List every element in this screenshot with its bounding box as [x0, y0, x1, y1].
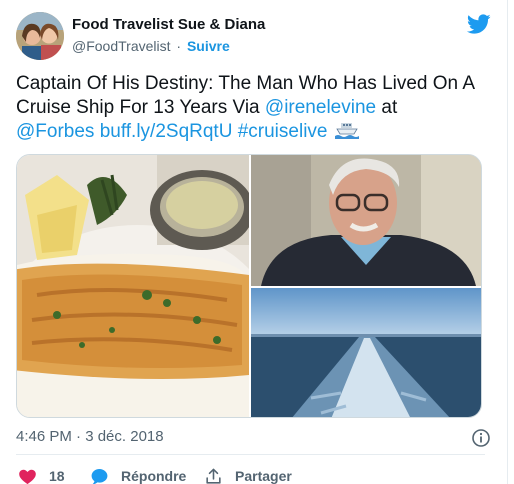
reply-bubble-icon — [91, 468, 108, 484]
timestamp[interactable]: 4:46 PM · 3 déc. 2018 — [16, 428, 164, 445]
info-icon[interactable] — [471, 428, 491, 448]
reply-button[interactable]: Répondre — [90, 466, 186, 484]
author-display-name[interactable]: Food Travelist Sue & Diana — [72, 15, 265, 35]
tweet-header: Food Travelist Sue & Diana @FoodTravelis… — [16, 12, 491, 60]
hashtag-cruiselive[interactable]: #cruiselive — [238, 121, 328, 142]
photo-fish-plate[interactable] — [17, 155, 249, 418]
tweet-text: Captain Of His Destiny: The Man Who Has … — [16, 72, 486, 144]
divider — [16, 454, 485, 455]
tweet-text-part2: at — [376, 97, 398, 118]
tweet-meta: 4:46 PM · 3 déc. 2018 — [16, 428, 491, 448]
author-names: Food Travelist Sue & Diana @FoodTravelis… — [72, 15, 265, 56]
avatar[interactable] — [16, 12, 64, 60]
like-button[interactable]: 18 — [18, 466, 65, 484]
media-grid[interactable] — [16, 154, 482, 418]
tweet-card: Food Travelist Sue & Diana @FoodTravelis… — [0, 0, 508, 484]
mention-irenelevine[interactable]: @irenelevine — [265, 97, 376, 118]
photo-ocean-wake[interactable] — [251, 288, 482, 418]
mention-forbes[interactable]: @Forbes — [16, 121, 94, 142]
follow-button[interactable]: Suivre — [187, 38, 230, 54]
ship-emoji-icon — [334, 123, 359, 139]
separator-dot: · — [176, 38, 182, 54]
shortlink[interactable]: buff.ly/2SqRqtU — [100, 121, 233, 142]
twitter-bird-icon[interactable] — [467, 12, 491, 36]
author-handle-line: @FoodTravelist · Suivre — [72, 37, 265, 56]
like-count: 18 — [49, 468, 65, 484]
author-handle[interactable]: @FoodTravelist — [72, 38, 171, 54]
share-icon — [206, 468, 221, 484]
share-label: Partager — [235, 468, 292, 484]
share-button[interactable]: Partager — [204, 466, 292, 484]
tweet-text-part1: Captain Of His Destiny: The Man Who Has … — [16, 73, 474, 118]
photo-man-portrait[interactable] — [251, 155, 482, 286]
reply-label: Répondre — [121, 468, 187, 484]
heart-icon — [19, 469, 36, 484]
